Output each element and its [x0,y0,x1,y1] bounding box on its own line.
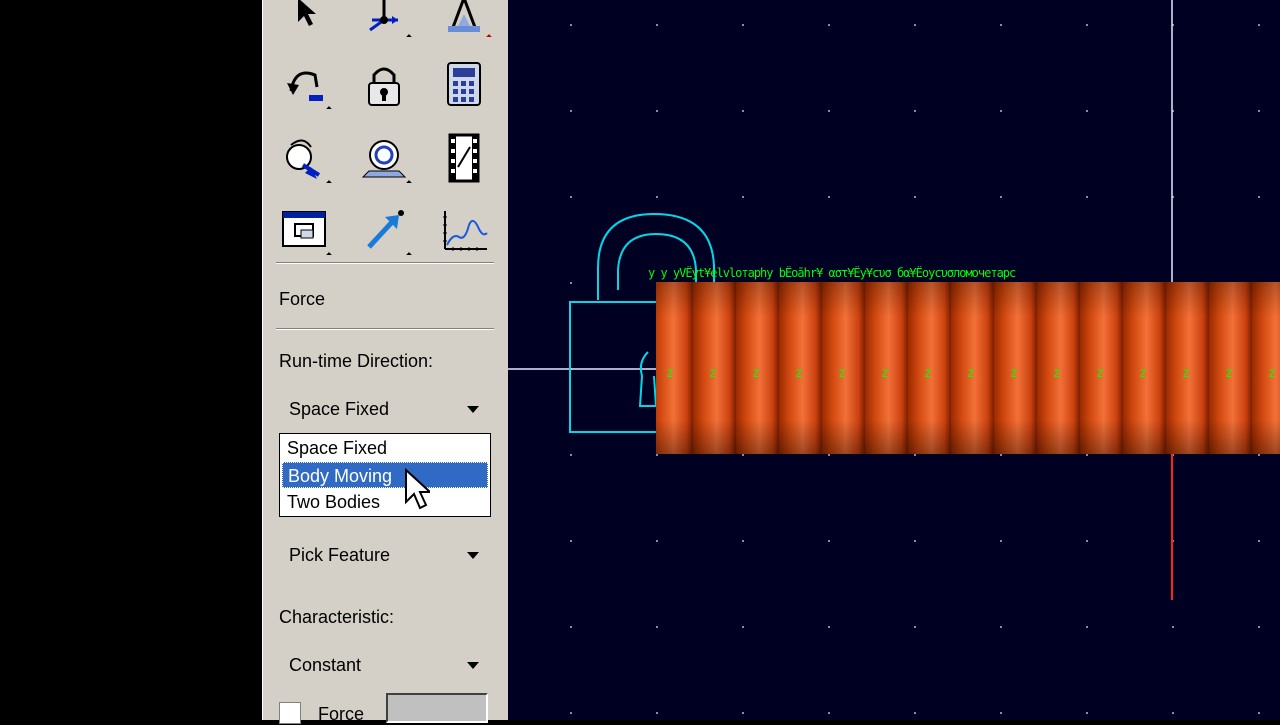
left-black-margin [0,0,262,720]
chevron-down-icon[interactable] [467,406,479,413]
coordinate-axes-icon[interactable] [354,0,414,42]
characteristic-value: Constant [289,655,362,675]
force-checkbox[interactable] [279,702,301,724]
option-body-moving[interactable]: Body Moving [282,462,488,488]
z-axis-label: z [1053,366,1061,381]
select-arrow-icon[interactable] [274,0,334,42]
section-title: Force [279,289,326,309]
z-axis-label: z [709,366,717,381]
camera-icon[interactable] [354,128,414,188]
vector-arrow-icon[interactable] [354,200,414,260]
rotate-undo-icon[interactable] [274,54,334,114]
z-axis-label: z [1182,366,1190,381]
toolbar-separator [276,262,494,264]
coil-segment [656,282,693,454]
characteristic-select[interactable]: Constant [279,645,489,685]
z-axis-label: z [881,366,889,381]
z-axis-label: z [1268,366,1276,381]
runtime-direction-label: Run-time Direction: [279,351,434,371]
film-icon[interactable] [434,128,494,188]
z-axis-label: z [752,366,760,381]
z-axis-label: z [1139,366,1147,381]
z-axis-label: z [1096,366,1104,381]
pick-feature-value: Pick Feature [289,545,391,565]
characteristic-label: Characteristic: [279,607,395,627]
joint-icon[interactable] [434,0,494,42]
runtime-direction-value: Space Fixed [289,399,390,419]
rotate-view-icon[interactable] [274,128,334,188]
calculator-icon[interactable] [434,54,494,114]
mouse-cursor-icon [405,468,430,510]
chevron-down-icon[interactable] [467,662,479,669]
runtime-direction-dropdown: Space Fixed Body Moving Two Bodies [279,433,491,517]
plot-graph-icon[interactable] [434,200,494,260]
z-axis-label: z [924,366,932,381]
option-two-bodies[interactable]: Two Bodies [282,489,488,515]
dialog-icon[interactable] [274,200,334,260]
canvas-overlay-text: y y yVЁyt¥elvloтaphy bЁoāhr¥ αστ¥Ёy¥сυσ … [648,266,1016,280]
lock-icon[interactable] [354,54,414,114]
force-value-field[interactable] [386,693,488,723]
option-space-fixed[interactable]: Space Fixed [282,435,488,461]
runtime-direction-select[interactable]: Space Fixed [279,389,489,429]
graphics-canvas[interactable]: y y yVЁyt¥elvloтaphy bЁoāhr¥ αστ¥Ёy¥сυσ … [508,0,1280,720]
z-axis-label: z [1010,366,1018,381]
force-checkbox-label: Force [318,704,365,724]
z-axis-label: z [795,366,803,381]
pick-feature-select[interactable]: Pick Feature [279,535,489,575]
z-axis-label: z [967,366,975,381]
z-axis-label: z [838,366,846,381]
z-axis-label: z [1225,366,1233,381]
chevron-down-icon[interactable] [467,552,479,559]
z-axis-label: z [666,366,674,381]
section-separator [276,328,494,330]
